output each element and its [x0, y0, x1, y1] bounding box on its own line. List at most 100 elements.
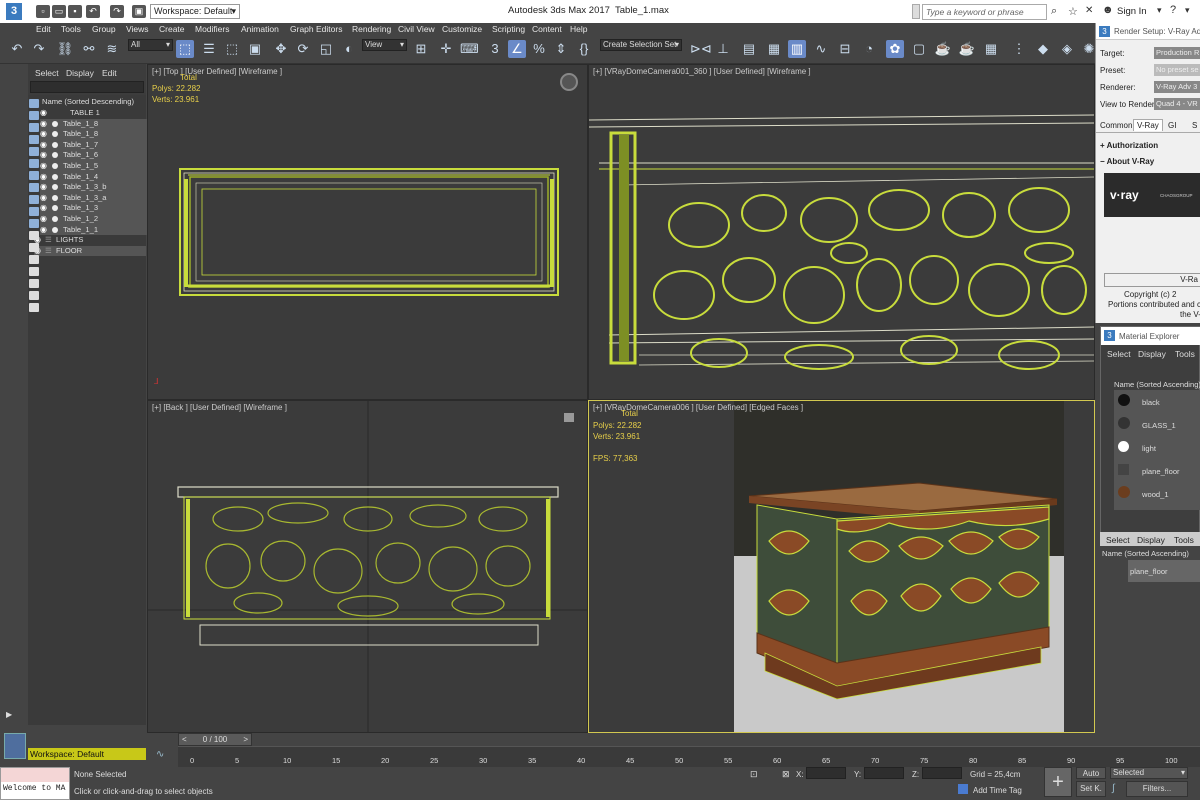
window-crossing-icon[interactable]: ▣ — [246, 40, 264, 58]
search-input[interactable]: Type a keyword or phrase — [922, 4, 1047, 20]
layers-icon[interactable]: ▤ — [740, 40, 758, 58]
menu-create[interactable]: Create — [159, 24, 185, 34]
chevron-down-icon[interactable]: ▾ — [1185, 5, 1190, 16]
filter-funnel-icon[interactable] — [29, 279, 39, 288]
visibility-icon[interactable]: ◉ — [40, 203, 47, 214]
mirror-icon[interactable]: ⊳⊲ — [690, 40, 712, 58]
rendered-frame-window-icon[interactable]: ▢ — [910, 40, 928, 58]
scene-explorer-icon[interactable]: ▦ — [765, 40, 783, 58]
selection-set-dropdown[interactable]: Create Selection Set ▾ — [600, 39, 682, 51]
move-icon[interactable]: ✥ — [272, 40, 290, 58]
y-coordinate-field[interactable] — [864, 767, 904, 779]
visibility-icon[interactable]: ◉ — [40, 108, 47, 119]
key-filter-dropdown[interactable]: Selected ▾ — [1110, 767, 1188, 779]
add-key-button[interactable]: + — [1044, 767, 1072, 797]
save-file-icon[interactable]: ▪ — [68, 5, 82, 18]
mat-column-header[interactable]: Name (Sorted Ascending) — [1114, 380, 1200, 389]
filter-lock-icon[interactable] — [29, 303, 39, 312]
scene-search-input[interactable] — [30, 81, 144, 93]
renderer-dropdown[interactable]: V-Ray Adv 3 — [1154, 81, 1200, 93]
binoculars-icon[interactable]: ⌕ — [1051, 5, 1057, 18]
bind-space-warp-icon[interactable]: ≋ — [103, 40, 121, 58]
lock-selection-icon[interactable]: ⊡ — [750, 769, 758, 780]
menu-tools[interactable]: Tools — [61, 24, 81, 34]
link-icon[interactable]: ⛓ — [56, 40, 74, 58]
visibility-icon[interactable]: ◉ — [40, 161, 47, 172]
filter-groups-icon[interactable] — [29, 171, 39, 180]
filter-geometry-icon[interactable] — [29, 99, 39, 108]
filter-cameras-icon[interactable] — [29, 135, 39, 144]
align-icon[interactable]: ⊥ — [714, 40, 732, 58]
visibility-icon[interactable]: ◉ — [40, 172, 47, 183]
menu-help[interactable]: Help — [570, 24, 587, 34]
sticky-notes-icon[interactable] — [912, 4, 920, 19]
visibility-icon[interactable]: ◉ — [40, 119, 47, 130]
menu-graph-editors[interactable]: Graph Editors — [290, 24, 342, 34]
expand-arrow-icon[interactable]: ▶ — [6, 710, 12, 719]
scene-tab-select[interactable]: Select — [35, 68, 59, 78]
scene-tab-display[interactable]: Display — [66, 68, 94, 78]
reference-coordinate-dropdown[interactable]: View ▾ — [362, 39, 407, 51]
mat-lower-tab-tools[interactable]: Tools — [1174, 535, 1194, 545]
vray-light-icon[interactable]: ◈ — [1058, 40, 1076, 58]
tab-vray[interactable]: V-Ray — [1133, 119, 1163, 131]
open-file-icon[interactable]: ▭ — [52, 5, 66, 18]
keyboard-shortcut-icon[interactable]: ⌨ — [460, 40, 479, 58]
filter-lights-icon[interactable] — [29, 123, 39, 132]
material-item[interactable]: wood_1 — [1114, 484, 1200, 504]
redo-icon[interactable]: ↷ — [30, 40, 48, 58]
filter-spacewarps-icon[interactable] — [29, 159, 39, 168]
scene-column-header[interactable]: Name (Sorted Descending) — [42, 97, 134, 106]
percent-snap-icon[interactable]: % — [530, 40, 548, 58]
filter-layer-icon[interactable] — [29, 291, 39, 300]
material-editor-icon[interactable]: ◔ — [860, 40, 878, 58]
vray-frame-buffer-icon[interactable]: ▦ — [982, 40, 1000, 58]
visibility-icon[interactable]: ◉ — [40, 182, 47, 193]
material-item[interactable]: light — [1114, 438, 1200, 458]
tab-settings[interactable]: S — [1192, 121, 1197, 130]
menu-customize[interactable]: Customize — [442, 24, 482, 34]
add-time-tag-icon[interactable] — [958, 784, 968, 794]
absolute-mode-icon[interactable]: ⊠ — [782, 769, 790, 780]
visibility-icon[interactable]: ◉ — [40, 193, 47, 204]
mat-tab-select[interactable]: Select — [1107, 349, 1131, 359]
filter-containers-icon[interactable] — [29, 207, 39, 216]
filter-invert-icon[interactable] — [29, 267, 39, 276]
visibility-icon[interactable]: ◉ — [40, 225, 47, 236]
filter-frozen-icon[interactable] — [29, 219, 39, 228]
toggle-ribbon-icon[interactable]: ▥ — [788, 40, 806, 58]
tab-common[interactable]: Common — [1100, 121, 1132, 130]
mat-lower-header[interactable]: Name (Sorted Ascending) — [1102, 549, 1189, 558]
tab-gi[interactable]: GI — [1168, 121, 1176, 130]
angle-snap-icon[interactable]: ∠ — [508, 40, 526, 58]
filter-shapes-icon[interactable] — [29, 111, 39, 120]
set-key-button[interactable]: Set K. — [1076, 781, 1106, 797]
new-file-icon[interactable]: ▫ — [36, 5, 50, 18]
render-setup-icon[interactable]: ✿ — [886, 40, 904, 58]
visibility-icon[interactable]: ◉ — [40, 140, 47, 151]
preset-dropdown[interactable]: No preset se — [1154, 64, 1200, 76]
render-iterative-icon[interactable]: ☕ — [958, 40, 976, 58]
mat-lower-tab-select[interactable]: Select — [1106, 535, 1130, 545]
help-icon[interactable]: ? — [1170, 4, 1176, 16]
filter-xrefs-icon[interactable] — [29, 183, 39, 192]
undo-icon[interactable]: ↶ — [8, 40, 26, 58]
filter-hidden-icon[interactable] — [29, 231, 39, 240]
visibility-icon[interactable]: ◉ — [40, 214, 47, 225]
schematic-view-icon[interactable]: ⊟ — [836, 40, 854, 58]
filter-helpers-icon[interactable] — [29, 147, 39, 156]
maxscript-listener[interactable]: Welcome to MA — [0, 767, 70, 800]
material-item[interactable]: plane_floor — [1114, 461, 1200, 481]
mat-lower-item[interactable]: plane_floor — [1128, 560, 1200, 582]
snaps-toggle-icon[interactable]: 3 — [486, 40, 504, 58]
viewport-camera-360[interactable]: [+] [VRayDomeCamera001_360 ] [User Defin… — [588, 64, 1095, 400]
curve-icon[interactable]: ∿ — [156, 749, 164, 760]
viewport-back[interactable]: [+] [Back ] [User Defined] [Wireframe ] — [147, 400, 588, 733]
curve-editor-icon[interactable]: ∿ — [812, 40, 830, 58]
z-coordinate-field[interactable] — [922, 767, 962, 779]
filter-bones-icon[interactable] — [29, 195, 39, 204]
auto-key-button[interactable]: Auto — [1076, 767, 1106, 779]
edit-named-selection-icon[interactable]: {} — [575, 40, 593, 58]
close-icon[interactable]: ✕ — [1085, 5, 1093, 16]
unlink-icon[interactable]: ⚯ — [80, 40, 98, 58]
